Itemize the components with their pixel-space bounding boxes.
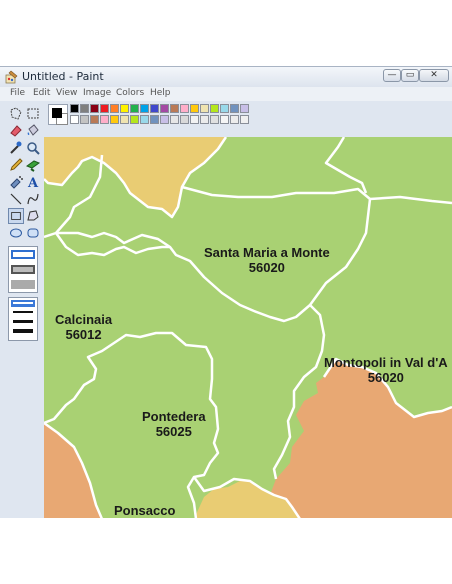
label-calcinaia-name: Calcinaia — [55, 312, 113, 327]
ellipse-icon[interactable] — [8, 225, 24, 241]
color-swatch[interactable] — [240, 115, 249, 124]
color-swatch[interactable] — [190, 104, 199, 113]
color-swatch[interactable] — [110, 104, 119, 113]
eyedropper-icon[interactable] — [8, 140, 24, 156]
color-swatch[interactable] — [150, 115, 159, 124]
color-swatch[interactable] — [180, 115, 189, 124]
outline-fill-style[interactable] — [11, 265, 35, 274]
line-width-3[interactable] — [13, 320, 33, 323]
menu-edit[interactable]: Edit — [33, 88, 50, 98]
pencil-icon[interactable] — [8, 157, 24, 173]
paint-window: Untitled - Paint — ▭ ✕ File Edit View Im… — [0, 66, 452, 518]
toolbox: A — [0, 101, 45, 518]
color-swatch[interactable] — [210, 115, 219, 124]
color-swatch[interactable] — [80, 115, 89, 124]
fill-style-options[interactable] — [8, 246, 38, 293]
color-swatch[interactable] — [150, 104, 159, 113]
color-swatch[interactable] — [240, 104, 249, 113]
menu-colors[interactable]: Colors — [116, 88, 144, 98]
color-swatch[interactable] — [80, 104, 89, 113]
window-title: Untitled - Paint — [22, 70, 104, 83]
paint-app-icon — [5, 70, 18, 84]
menu-file[interactable]: File — [10, 88, 25, 98]
label-santa-maria-code: 56020 — [248, 260, 285, 275]
label-santa-maria-name: Santa Maria a Monte — [204, 245, 330, 260]
color-swatch[interactable] — [120, 104, 129, 113]
color-swatch[interactable] — [180, 104, 189, 113]
fill-icon[interactable] — [25, 123, 41, 139]
label-montopoli: Montopoli in Val d'A 56020 — [324, 355, 448, 385]
fill-only-style[interactable] — [11, 280, 35, 289]
label-ponsacco-name: Ponsacco — [114, 503, 176, 518]
outline-style[interactable] — [11, 250, 35, 259]
text-icon[interactable]: A — [25, 174, 41, 190]
primary-color[interactable] — [52, 108, 62, 118]
label-montopoli-code: 56020 — [367, 370, 404, 385]
color-swatch[interactable] — [90, 115, 99, 124]
color-swatch[interactable] — [90, 104, 99, 113]
line-icon[interactable] — [8, 191, 24, 207]
label-pontedera: Pontedera 56025 — [142, 409, 206, 439]
label-montopoli-name: Montopoli in Val d'A — [324, 355, 448, 370]
color-swatch[interactable] — [200, 115, 209, 124]
color-palette — [44, 101, 452, 137]
color-swatch[interactable] — [110, 115, 119, 124]
minimize-button[interactable]: — — [383, 69, 401, 82]
current-colors — [48, 104, 68, 125]
free-select-icon[interactable] — [8, 106, 24, 122]
label-calcinaia-code: 56012 — [65, 327, 102, 342]
brush-icon[interactable] — [25, 157, 41, 173]
line-width-2[interactable] — [13, 311, 33, 313]
line-width-options[interactable] — [8, 297, 38, 341]
rect-select-icon[interactable] — [25, 106, 41, 122]
color-swatch[interactable] — [70, 104, 79, 113]
close-icon: ✕ — [430, 70, 438, 80]
label-pontedera-name: Pontedera — [142, 409, 206, 424]
color-swatch[interactable] — [170, 115, 179, 124]
svg-text:A: A — [27, 176, 39, 190]
color-swatch[interactable] — [210, 104, 219, 113]
color-swatch[interactable] — [130, 115, 139, 124]
color-swatch[interactable] — [200, 104, 209, 113]
color-swatch[interactable] — [120, 115, 129, 124]
color-swatch[interactable] — [230, 104, 239, 113]
menu-view[interactable]: View — [56, 88, 77, 98]
color-swatch[interactable] — [230, 115, 239, 124]
curve-icon[interactable] — [25, 191, 41, 207]
close-button[interactable]: ✕ — [419, 69, 449, 82]
title-bar[interactable]: Untitled - Paint — ▭ ✕ — [0, 67, 452, 88]
color-swatch[interactable] — [100, 115, 109, 124]
color-swatch[interactable] — [220, 104, 229, 113]
label-pontedera-code: 56025 — [155, 424, 192, 439]
magnifier-icon[interactable] — [25, 140, 41, 156]
color-swatch[interactable] — [160, 115, 169, 124]
maximize-icon: ▭ — [405, 70, 415, 80]
label-santa-maria: Santa Maria a Monte 56020 — [204, 245, 330, 275]
color-swatch[interactable] — [140, 104, 149, 113]
color-swatch[interactable] — [70, 115, 79, 124]
airbrush-icon[interactable] — [8, 174, 24, 190]
label-ponsacco: Ponsacco — [114, 503, 175, 518]
menu-help[interactable]: Help — [150, 88, 171, 98]
color-swatch[interactable] — [100, 104, 109, 113]
drawing-canvas[interactable]: Santa Maria a Monte 56020 Calcinaia 5601… — [44, 137, 452, 518]
maximize-button[interactable]: ▭ — [401, 69, 419, 82]
color-swatch[interactable] — [140, 115, 149, 124]
color-swatch[interactable] — [160, 104, 169, 113]
line-width-4[interactable] — [13, 329, 33, 333]
color-swatch[interactable] — [190, 115, 199, 124]
rectangle-icon[interactable] — [8, 208, 24, 224]
color-swatch[interactable] — [170, 104, 179, 113]
polygon-icon[interactable] — [25, 208, 41, 224]
minimize-icon: — — [387, 70, 397, 80]
line-width-1 — [13, 302, 33, 304]
eraser-icon[interactable] — [8, 123, 24, 139]
rounded-rect-icon[interactable] — [25, 225, 41, 241]
label-calcinaia: Calcinaia 56012 — [55, 312, 112, 342]
color-swatch[interactable] — [130, 104, 139, 113]
color-swatch[interactable] — [220, 115, 229, 124]
menu-bar: File Edit View Image Colors Help — [0, 87, 452, 101]
menu-image[interactable]: Image — [83, 88, 111, 98]
